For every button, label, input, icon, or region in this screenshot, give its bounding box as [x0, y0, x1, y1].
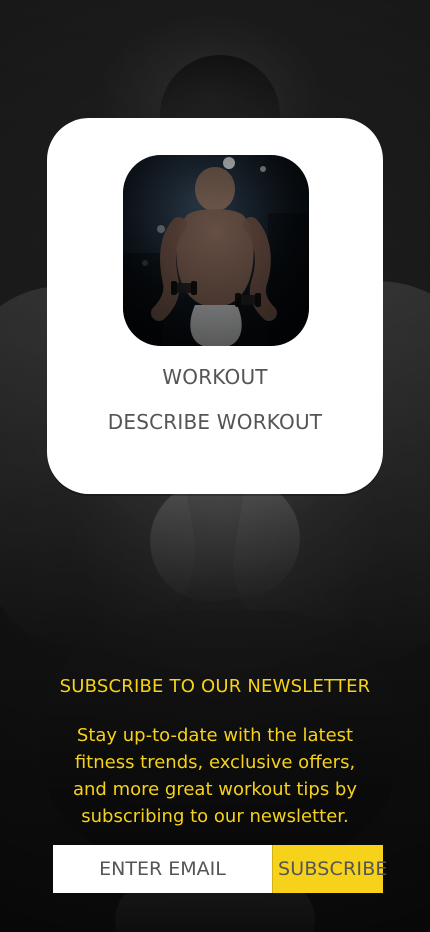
workout-photo-icon: [123, 155, 309, 346]
subscribe-button[interactable]: SUBSCRIBE: [272, 845, 387, 893]
workout-image: [123, 155, 309, 346]
workout-card[interactable]: WORKOUT DESCRIBE WORKOUT: [47, 118, 383, 494]
newsletter-description: Stay up-to-date with the latest fitness …: [72, 725, 358, 827]
email-input[interactable]: [53, 845, 272, 893]
newsletter-form: SUBSCRIBE: [53, 845, 387, 893]
workout-title: WORKOUT: [162, 365, 268, 389]
newsletter-title: SUBSCRIBE TO OUR NEWSLETTER: [59, 676, 371, 697]
workout-description: DESCRIBE WORKOUT: [107, 410, 323, 434]
